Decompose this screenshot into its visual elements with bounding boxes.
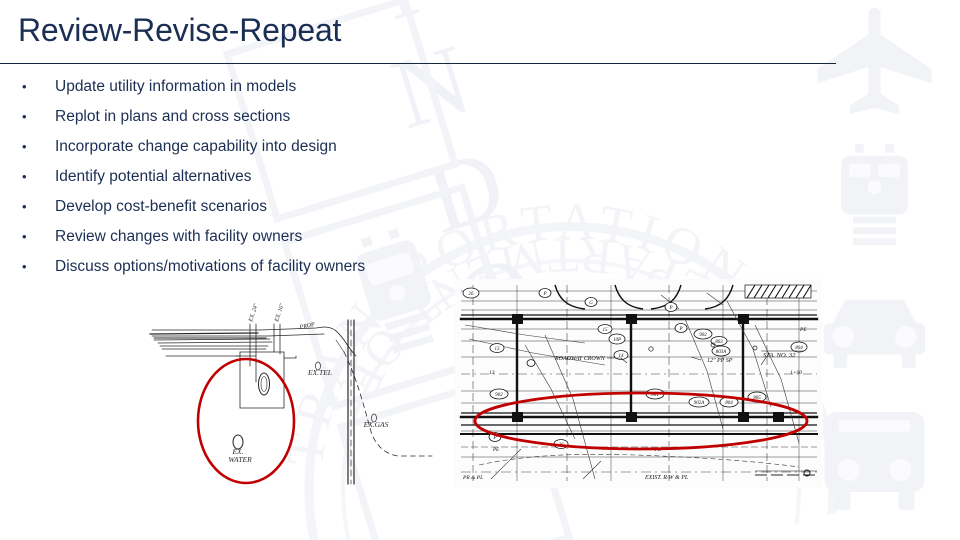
list-item: • Discuss options/motivations of facilit… — [0, 252, 560, 282]
bullet-marker: • — [22, 169, 27, 184]
car-icon — [823, 299, 926, 369]
svg-text:EX. 16": EX. 16" — [274, 302, 286, 323]
title-divider-rule — [0, 63, 836, 64]
bullet-marker: • — [22, 199, 27, 214]
bullet-marker: • — [22, 259, 27, 274]
svg-text:902A: 902A — [694, 401, 706, 406]
svg-text:PE: PE — [799, 327, 807, 333]
list-item: • Identify potential alternatives — [0, 162, 560, 192]
svg-text:PE: PE — [492, 448, 499, 453]
svg-text:G: G — [589, 301, 593, 306]
svg-text:902: 902 — [495, 393, 503, 398]
svg-text:13: 13 — [495, 347, 501, 352]
svg-text:26: 26 — [469, 292, 475, 297]
svg-text:PR & PL: PR & PL — [462, 475, 483, 481]
slide-canvas: TRANSPORTATION DEPARTMENT OF I N D O T — [0, 0, 960, 540]
bullet-text: Develop cost-benefit scenarios — [55, 198, 267, 215]
utility-cross-section-drawing: EX. 24" EX. 16" PROP EX.TEL EX.GAS EX. W… — [148, 296, 436, 492]
svg-text:I: I — [367, 0, 429, 41]
bullet-text: Identify potential alternatives — [55, 168, 252, 185]
list-item: • Update utility information in models — [0, 72, 560, 102]
bullet-text: Review changes with facility owners — [55, 228, 303, 245]
svg-text:PROP: PROP — [298, 322, 316, 331]
svg-text:12" PP SP: 12" PP SP — [707, 358, 733, 364]
svg-text:902: 902 — [699, 333, 707, 338]
bullet-marker: • — [22, 139, 27, 154]
svg-text:13: 13 — [489, 370, 495, 376]
list-item: • Review changes with facility owners — [0, 222, 560, 252]
svg-text:P: P — [668, 306, 672, 311]
svg-text:P: P — [542, 292, 546, 297]
bullet-list: • Update utility information in models •… — [0, 72, 560, 282]
svg-text:ROADWAY CROWN: ROADWAY CROWN — [554, 356, 606, 362]
svg-text:804: 804 — [795, 346, 803, 351]
bullet-marker: • — [22, 79, 27, 94]
svg-text:804: 804 — [725, 401, 733, 406]
transport-mode-icon-strip — [812, 0, 942, 540]
bullet-marker: • — [22, 109, 27, 124]
list-item: • Develop cost-benefit scenarios — [0, 192, 560, 222]
bullet-text: Discuss options/motivations of facility … — [55, 258, 366, 275]
svg-text:10P: 10P — [613, 338, 621, 343]
train-icon — [841, 143, 908, 246]
slide-title: Review-Revise-Repeat — [18, 12, 342, 48]
list-item: • Replot in plans and cross sections — [0, 102, 560, 132]
bus-icon — [824, 412, 925, 510]
roadway-plan-drawing: 26 P G P P 15 10P 13 14 902 803 803A 804… — [455, 279, 823, 488]
svg-text:EXIST. R/W & PL: EXIST. R/W & PL — [644, 475, 689, 481]
svg-text:EX. 24": EX. 24" — [247, 302, 260, 323]
airplane-icon — [817, 8, 932, 114]
svg-text:15: 15 — [603, 328, 609, 333]
bullet-text: Update utility information in models — [55, 78, 297, 95]
svg-text:803: 803 — [715, 340, 723, 345]
svg-text:1+00: 1+00 — [790, 370, 802, 376]
red-highlight-ellipse — [196, 357, 296, 485]
bullet-marker: • — [22, 229, 27, 244]
svg-text:P: P — [492, 436, 496, 441]
bullet-text: Replot in plans and cross sections — [55, 108, 291, 125]
list-item: • Incorporate change capability into des… — [0, 132, 560, 162]
bullet-text: Incorporate change capability into desig… — [55, 138, 337, 155]
svg-text:WATER: WATER — [228, 455, 252, 464]
svg-text:P: P — [678, 327, 682, 332]
svg-text:STA. NO. 32: STA. NO. 32 — [763, 352, 796, 359]
svg-text:803A: 803A — [716, 350, 728, 355]
